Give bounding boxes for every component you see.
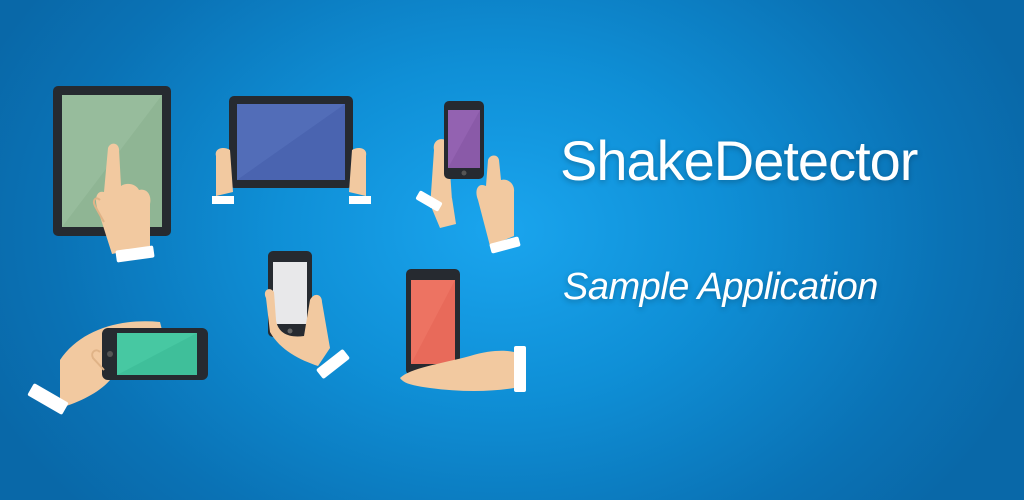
phone-tap-illustration: [415, 101, 521, 254]
tablet-landscape-illustration: [212, 96, 371, 204]
tablet-touch-illustration: [53, 86, 171, 263]
app-title: ShakeDetector: [560, 129, 918, 192]
feature-banner: ShakeDetector Sample Application: [0, 0, 1024, 500]
phone-palm-illustration: [400, 269, 526, 392]
app-subtitle: Sample Application: [563, 266, 878, 308]
phone-landscape-illustration: [27, 321, 208, 415]
phone-hold-illustration: [264, 251, 350, 379]
device-illustrations: [27, 86, 526, 415]
